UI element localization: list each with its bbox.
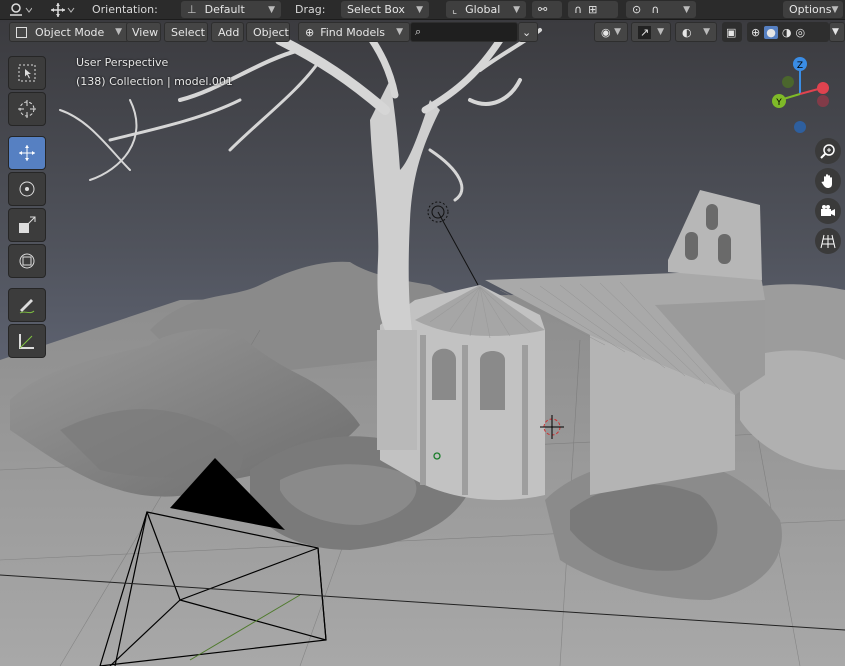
pivot-point-button[interactable]: ⚯ (532, 1, 562, 18)
navigation-gizmo[interactable]: Z Y (760, 52, 840, 136)
pencil-icon (19, 299, 35, 314)
rotate-tool[interactable] (8, 172, 46, 206)
menu-view[interactable]: View (126, 22, 161, 42)
scale-icon (19, 216, 36, 233)
gizmo-z-label: Z (797, 61, 803, 71)
find-models-label: Find Models (320, 25, 386, 39)
mode-dropdown[interactable]: Object Mode ▼ (9, 22, 129, 42)
pan-button[interactable] (815, 168, 841, 194)
falloff-curve-icon: ∩ (651, 3, 660, 16)
drag-dropdown[interactable]: Select Box ▼ (341, 1, 429, 18)
rendered-shading-icon[interactable]: ◎ (795, 26, 805, 39)
search-options-button[interactable]: ⌄ (518, 22, 538, 42)
globe-icon: ⊕ (305, 25, 315, 39)
transform-space-dropdown[interactable]: ⌞ Global ▼ (446, 1, 526, 18)
xray-icon: ▣ (726, 25, 737, 39)
search-input[interactable]: ⌕ (410, 22, 518, 42)
link-icon: ⚯ (538, 3, 548, 16)
xray-toggle[interactable]: ▣ (722, 22, 742, 42)
options-dropdown[interactable]: Options ▼ (783, 1, 843, 18)
menu-add-label: Add (218, 25, 240, 39)
transform-tool[interactable] (8, 244, 46, 278)
ortho-toggle-button[interactable] (815, 228, 841, 254)
chevron-down-icon: ▼ (614, 27, 621, 37)
chevron-icon: ⌄ (522, 25, 532, 39)
overlay-icon: ◐ (682, 25, 692, 39)
shading-modes: ⊕ ● ◑ ◎ (747, 22, 829, 42)
annotate-tool[interactable] (8, 288, 46, 322)
chevron-down-icon: ▼ (703, 27, 710, 37)
menu-view-label: View (132, 25, 159, 39)
eye-icon: ◉ (601, 25, 611, 39)
zoom-icon (820, 144, 835, 159)
overlays-toggle[interactable]: ◐ ▼ (675, 22, 717, 42)
collection-info: (138) Collection | model.001 (76, 75, 233, 88)
find-models-dropdown[interactable]: ⊕ Find Models ▼ (298, 22, 410, 42)
hand-icon (821, 174, 832, 188)
drag-value: Select Box (347, 3, 405, 16)
chevron-down-icon: ▼ (513, 4, 520, 15)
move-icon (19, 145, 35, 161)
orientation-value: Default (204, 3, 245, 16)
object-mode-icon (16, 26, 27, 38)
chevron-down-icon: ▼ (831, 4, 839, 15)
orientation-label: Orientation: (92, 3, 158, 16)
snap-increment-icon: ⊞ (588, 3, 598, 16)
chevron-down-icon: ▼ (115, 27, 122, 37)
menu-object-label: Object (253, 25, 289, 39)
cursor-icon (18, 100, 36, 118)
axis-icon: ⊥ (187, 3, 197, 16)
proportional-circle-icon: ⊙ (632, 3, 642, 16)
chevron-down-icon: ▼ (657, 27, 664, 37)
wireframe-shading-icon[interactable]: ⊕ (751, 26, 760, 39)
menu-add[interactable]: Add (211, 22, 244, 42)
options-label: Options (789, 3, 832, 16)
perspective-label: User Perspective (76, 56, 169, 69)
3d-viewport[interactable] (0, 19, 845, 666)
chevron-down-icon: ▼ (832, 27, 839, 37)
left-toolbar (8, 56, 48, 358)
chevron-down-icon: ▼ (268, 4, 275, 15)
chevron-down-icon: ▼ (396, 27, 403, 37)
camera-icon (821, 205, 835, 216)
transform-icon (19, 253, 35, 269)
search-icon: ⌕ (415, 25, 422, 38)
move-gizmo-icon[interactable] (50, 1, 76, 18)
gizmo-y-label: Y (775, 98, 782, 108)
menu-select[interactable]: Select (164, 22, 208, 42)
menu-object[interactable]: Object (246, 22, 290, 42)
transform-axes-icon: ⌞ (452, 3, 458, 16)
orientation-dropdown[interactable]: ⊥ Default ▼ (181, 1, 281, 18)
select-box-icon (18, 64, 36, 82)
grid-icon (820, 234, 836, 249)
ruler-icon (19, 334, 34, 349)
scene-render (0, 19, 845, 666)
viewport-header: Object Mode ▼ View Select Add Object ⊕ F… (0, 22, 845, 44)
tool-settings-header: Orientation: ⊥ Default ▼ Drag: Select Bo… (0, 0, 845, 20)
gizmo-icon: ↗ (638, 25, 652, 39)
chevron-down-icon: ▼ (416, 4, 423, 15)
camera-view-button[interactable] (815, 198, 841, 224)
move-tool[interactable] (8, 136, 46, 170)
shading-options-button[interactable]: ▼ (829, 22, 845, 42)
cursor-tool[interactable] (8, 92, 46, 126)
chevron-down-icon: ▼ (683, 4, 690, 15)
solid-shading-icon[interactable]: ● (764, 25, 778, 39)
tool-icon[interactable] (8, 1, 32, 18)
visibility-dropdown[interactable]: ◉ ▼ (594, 22, 628, 42)
drag-label: Drag: (295, 3, 326, 16)
scale-tool[interactable] (8, 208, 46, 242)
proportional-editing-button[interactable]: ⊙ ∩ ▼ (626, 1, 696, 18)
material-shading-icon[interactable]: ◑ (782, 26, 792, 39)
menu-select-label: Select (171, 25, 205, 39)
magnet-icon: ∩ (574, 3, 583, 16)
zoom-button[interactable] (815, 138, 841, 164)
snap-button[interactable]: ∩ ⊞ (568, 1, 618, 18)
measure-tool[interactable] (8, 324, 46, 358)
mode-label: Object Mode (35, 25, 105, 39)
transform-space-value: Global (465, 3, 501, 16)
gizmo-toggle[interactable]: ↗ ▼ (631, 22, 671, 42)
select-box-tool[interactable] (8, 56, 46, 90)
rotate-icon (19, 181, 35, 197)
